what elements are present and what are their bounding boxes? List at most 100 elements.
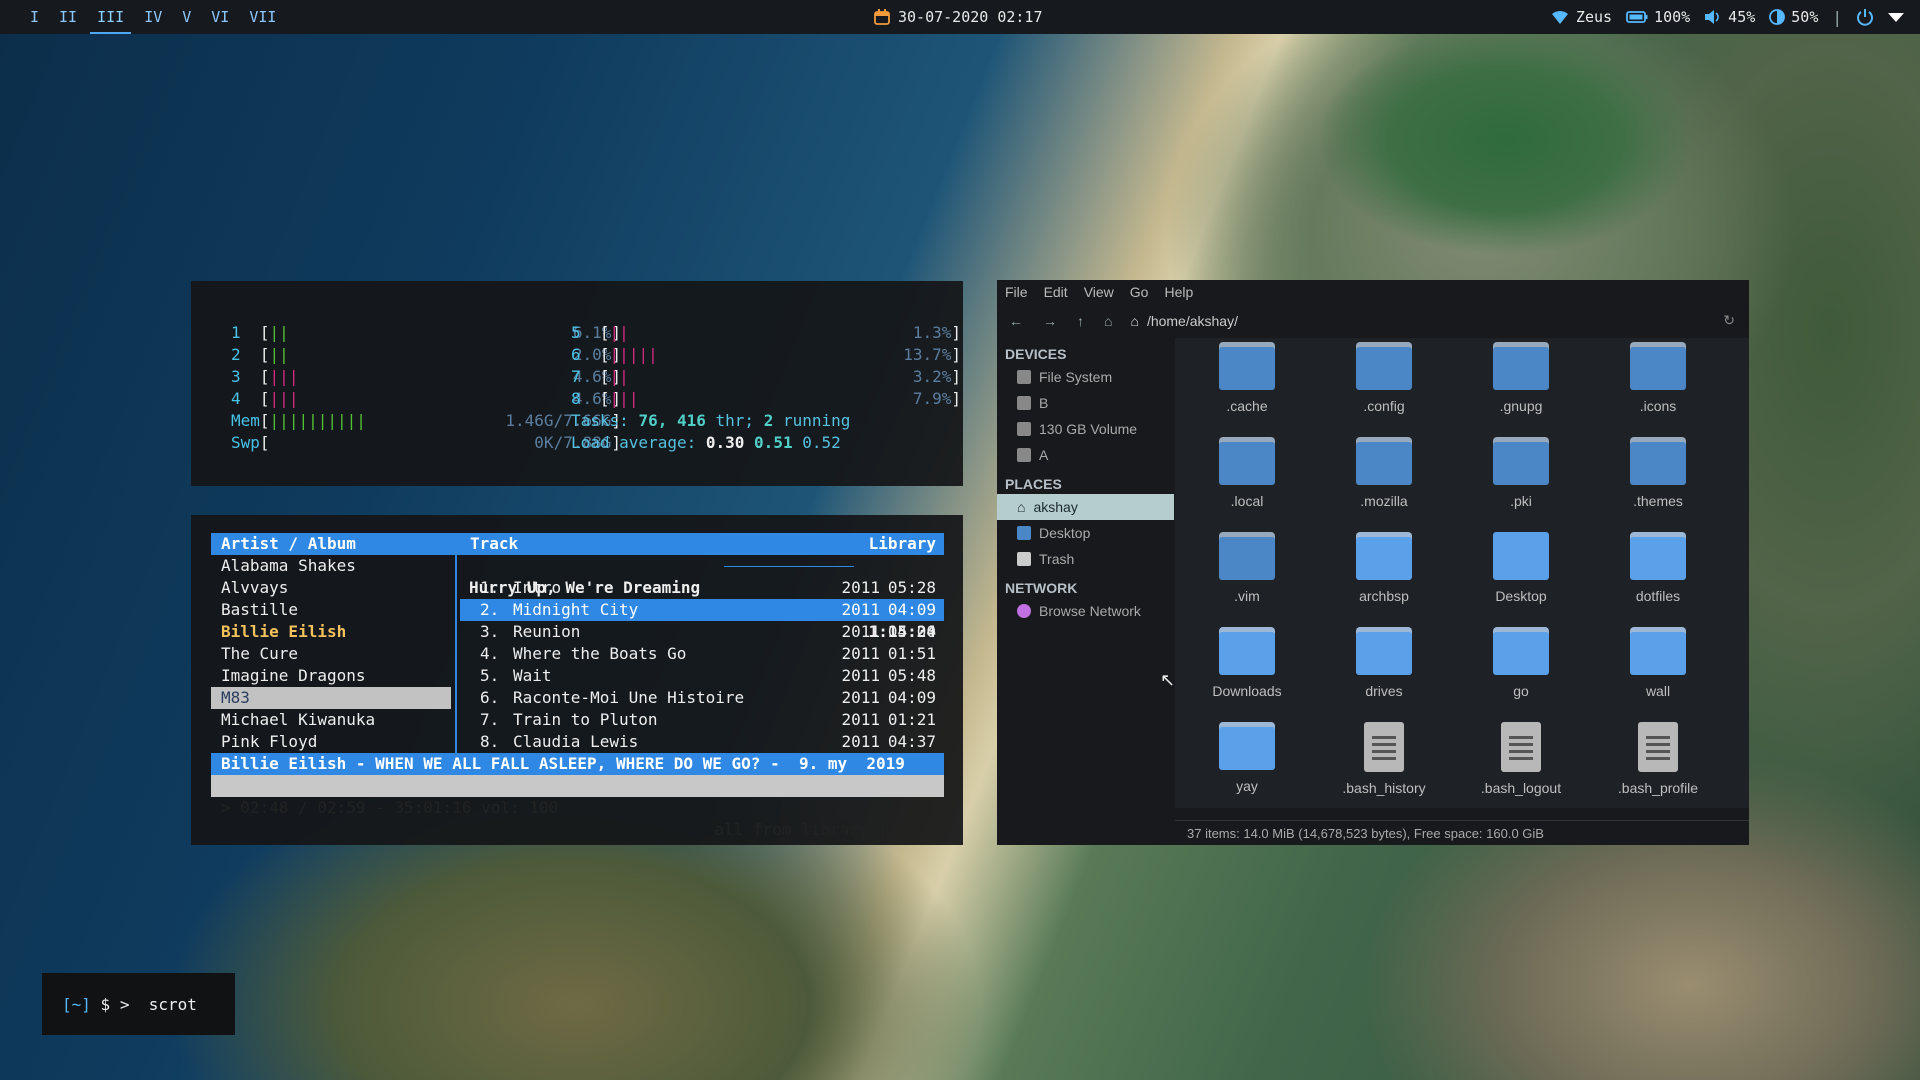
drive-icon — [1017, 370, 1031, 384]
file-name: .config — [1363, 398, 1405, 414]
sidebar-item-file-system[interactable]: File System — [997, 364, 1174, 390]
workspace-2[interactable]: II — [49, 0, 87, 34]
power-icon[interactable] — [1856, 8, 1874, 26]
track-row[interactable]: 5. Wait 2011 05:48 — [460, 665, 944, 687]
file-name: .vim — [1234, 588, 1260, 604]
menu-help[interactable]: Help — [1164, 284, 1193, 300]
home-icon[interactable]: ⌂ — [1104, 313, 1112, 329]
file-item[interactable]: .cache — [1192, 342, 1302, 414]
artist-item[interactable]: Bastille — [211, 599, 451, 621]
file-item[interactable]: .bash_profile — [1603, 722, 1713, 796]
artist-item-selected[interactable]: M83 — [211, 687, 451, 709]
clock[interactable]: 30-07-2020 02:17 — [874, 0, 1043, 34]
workspace-5[interactable]: V — [172, 0, 201, 34]
file-name: .bash_profile — [1617, 780, 1699, 796]
track-row-selected[interactable]: 2. Midnight City 2011 04:09 — [460, 599, 944, 621]
file-item[interactable]: Downloads — [1192, 627, 1302, 699]
file-name: .bash_history — [1342, 780, 1426, 796]
workspace-7[interactable]: VII — [239, 0, 286, 34]
up-icon[interactable]: ↑ — [1077, 313, 1084, 329]
track-row[interactable]: 4. Where the Boats Go 2011 01:51 — [460, 643, 944, 665]
sidebar-item-browse-network[interactable]: Browse Network — [997, 598, 1174, 624]
cmus-header: Artist / Album Track Library — [211, 533, 944, 555]
workspace-1[interactable]: I — [20, 0, 49, 34]
track-row[interactable]: 8. Claudia Lewis 2011 04:37 — [460, 731, 944, 753]
sidebar-item-desktop[interactable]: Desktop — [997, 520, 1174, 546]
folder-icon — [1356, 437, 1412, 485]
forward-icon[interactable]: → — [1043, 313, 1057, 329]
reload-icon[interactable]: ↻ — [1723, 312, 1735, 329]
artist-item[interactable]: Imagine Dragons — [211, 665, 451, 687]
network-icon — [1017, 604, 1031, 618]
folder-icon — [1493, 532, 1549, 580]
artist-item[interactable]: Alvvays — [211, 577, 451, 599]
sidebar-item-130gb[interactable]: 130 GB Volume — [997, 416, 1174, 442]
file-item[interactable]: wall — [1603, 627, 1713, 699]
folder-icon — [1356, 532, 1412, 580]
file-item[interactable]: .bash_history — [1329, 722, 1439, 796]
file-name: .icons — [1639, 398, 1677, 414]
text-file-icon — [1501, 722, 1541, 772]
folder-icon — [1219, 342, 1275, 390]
file-name: .mozilla — [1360, 493, 1408, 509]
file-item[interactable]: dotfiles — [1603, 532, 1713, 604]
sidebar-item-trash[interactable]: Trash — [997, 546, 1174, 572]
menu-file[interactable]: File — [1005, 284, 1028, 300]
file-item[interactable]: .bash_logout — [1466, 722, 1576, 796]
artist-item[interactable]: Michael Kiwanuka — [211, 709, 451, 731]
menu-edit[interactable]: Edit — [1044, 284, 1068, 300]
sidebar: DEVICES File System B 130 GB Volume A PL… — [997, 338, 1174, 845]
back-icon[interactable]: ← — [1009, 313, 1023, 329]
file-item[interactable]: .vim — [1192, 532, 1302, 604]
folder-icon — [1219, 437, 1275, 485]
location-bar[interactable]: ⌂ /home/akshay/ — [1130, 313, 1238, 329]
sidebar-item-a[interactable]: A — [997, 442, 1174, 468]
workspace-3[interactable]: III — [87, 0, 134, 34]
sidebar-item-b[interactable]: B — [997, 390, 1174, 416]
track-row[interactable]: 1. Intro 2011 05:28 — [460, 577, 944, 599]
file-item[interactable]: drives — [1329, 627, 1439, 699]
artist-item[interactable]: Alabama Shakes — [211, 555, 451, 577]
terminal-prompt[interactable]: [~] $ > scrot — [42, 973, 235, 1035]
file-name: go — [1513, 683, 1529, 699]
track-row[interactable]: 6. Raconte-Moi Une Histoire 2011 04:09 — [460, 687, 944, 709]
artist-item[interactable]: The Cure — [211, 643, 451, 665]
brightness-status[interactable]: 50% — [1769, 8, 1818, 26]
file-item[interactable]: yay — [1192, 722, 1302, 794]
track-row[interactable]: 7. Train to Pluton 2011 01:21 — [460, 709, 944, 731]
file-item[interactable]: Desktop — [1466, 532, 1576, 604]
battery-status[interactable]: 100% — [1626, 8, 1690, 26]
home-icon: ⌂ — [1017, 499, 1026, 515]
file-item[interactable]: .local — [1192, 437, 1302, 509]
file-name: wall — [1645, 683, 1671, 699]
file-name: .pki — [1510, 493, 1532, 509]
file-name: .bash_logout — [1480, 780, 1562, 796]
file-item[interactable]: .gnupg — [1466, 342, 1576, 414]
cmus-panel: Artist / Album Track Library Alabama Sha… — [191, 515, 963, 845]
file-item[interactable]: .mozilla — [1329, 437, 1439, 509]
cpu-row-1: 1 [|| — [231, 323, 289, 342]
workspace-4[interactable]: IV — [134, 0, 172, 34]
now-playing-text: Billie Eilish - WHEN WE ALL FALL ASLEEP,… — [221, 754, 905, 773]
cpu-row-3: 3 [||| — [231, 367, 299, 386]
file-item[interactable]: archbsp — [1329, 532, 1439, 604]
calendar-icon — [874, 9, 890, 25]
volume-status[interactable]: 45% — [1704, 8, 1755, 26]
menu-view[interactable]: View — [1084, 284, 1114, 300]
track-row[interactable]: 3. Reunion 2011 04:00 — [460, 621, 944, 643]
sidebar-item-home[interactable]: ⌂ akshay — [997, 494, 1174, 520]
file-name: Desktop — [1495, 588, 1547, 604]
file-item[interactable]: .icons — [1603, 342, 1713, 414]
drive-icon — [1017, 396, 1031, 410]
wifi-status[interactable]: Zeus — [1550, 8, 1612, 26]
file-item[interactable]: .config — [1329, 342, 1439, 414]
chevron-down-icon[interactable] — [1888, 11, 1904, 23]
file-item[interactable]: .themes — [1603, 437, 1713, 509]
file-item[interactable]: go — [1466, 627, 1576, 699]
artist-item[interactable]: Pink Floyd — [211, 731, 451, 753]
folder-icon — [1630, 437, 1686, 485]
workspace-6[interactable]: VI — [201, 0, 239, 34]
menu-go[interactable]: Go — [1130, 284, 1149, 300]
file-item[interactable]: .pki — [1466, 437, 1576, 509]
artist-item-playing[interactable]: Billie Eilish — [211, 621, 451, 643]
